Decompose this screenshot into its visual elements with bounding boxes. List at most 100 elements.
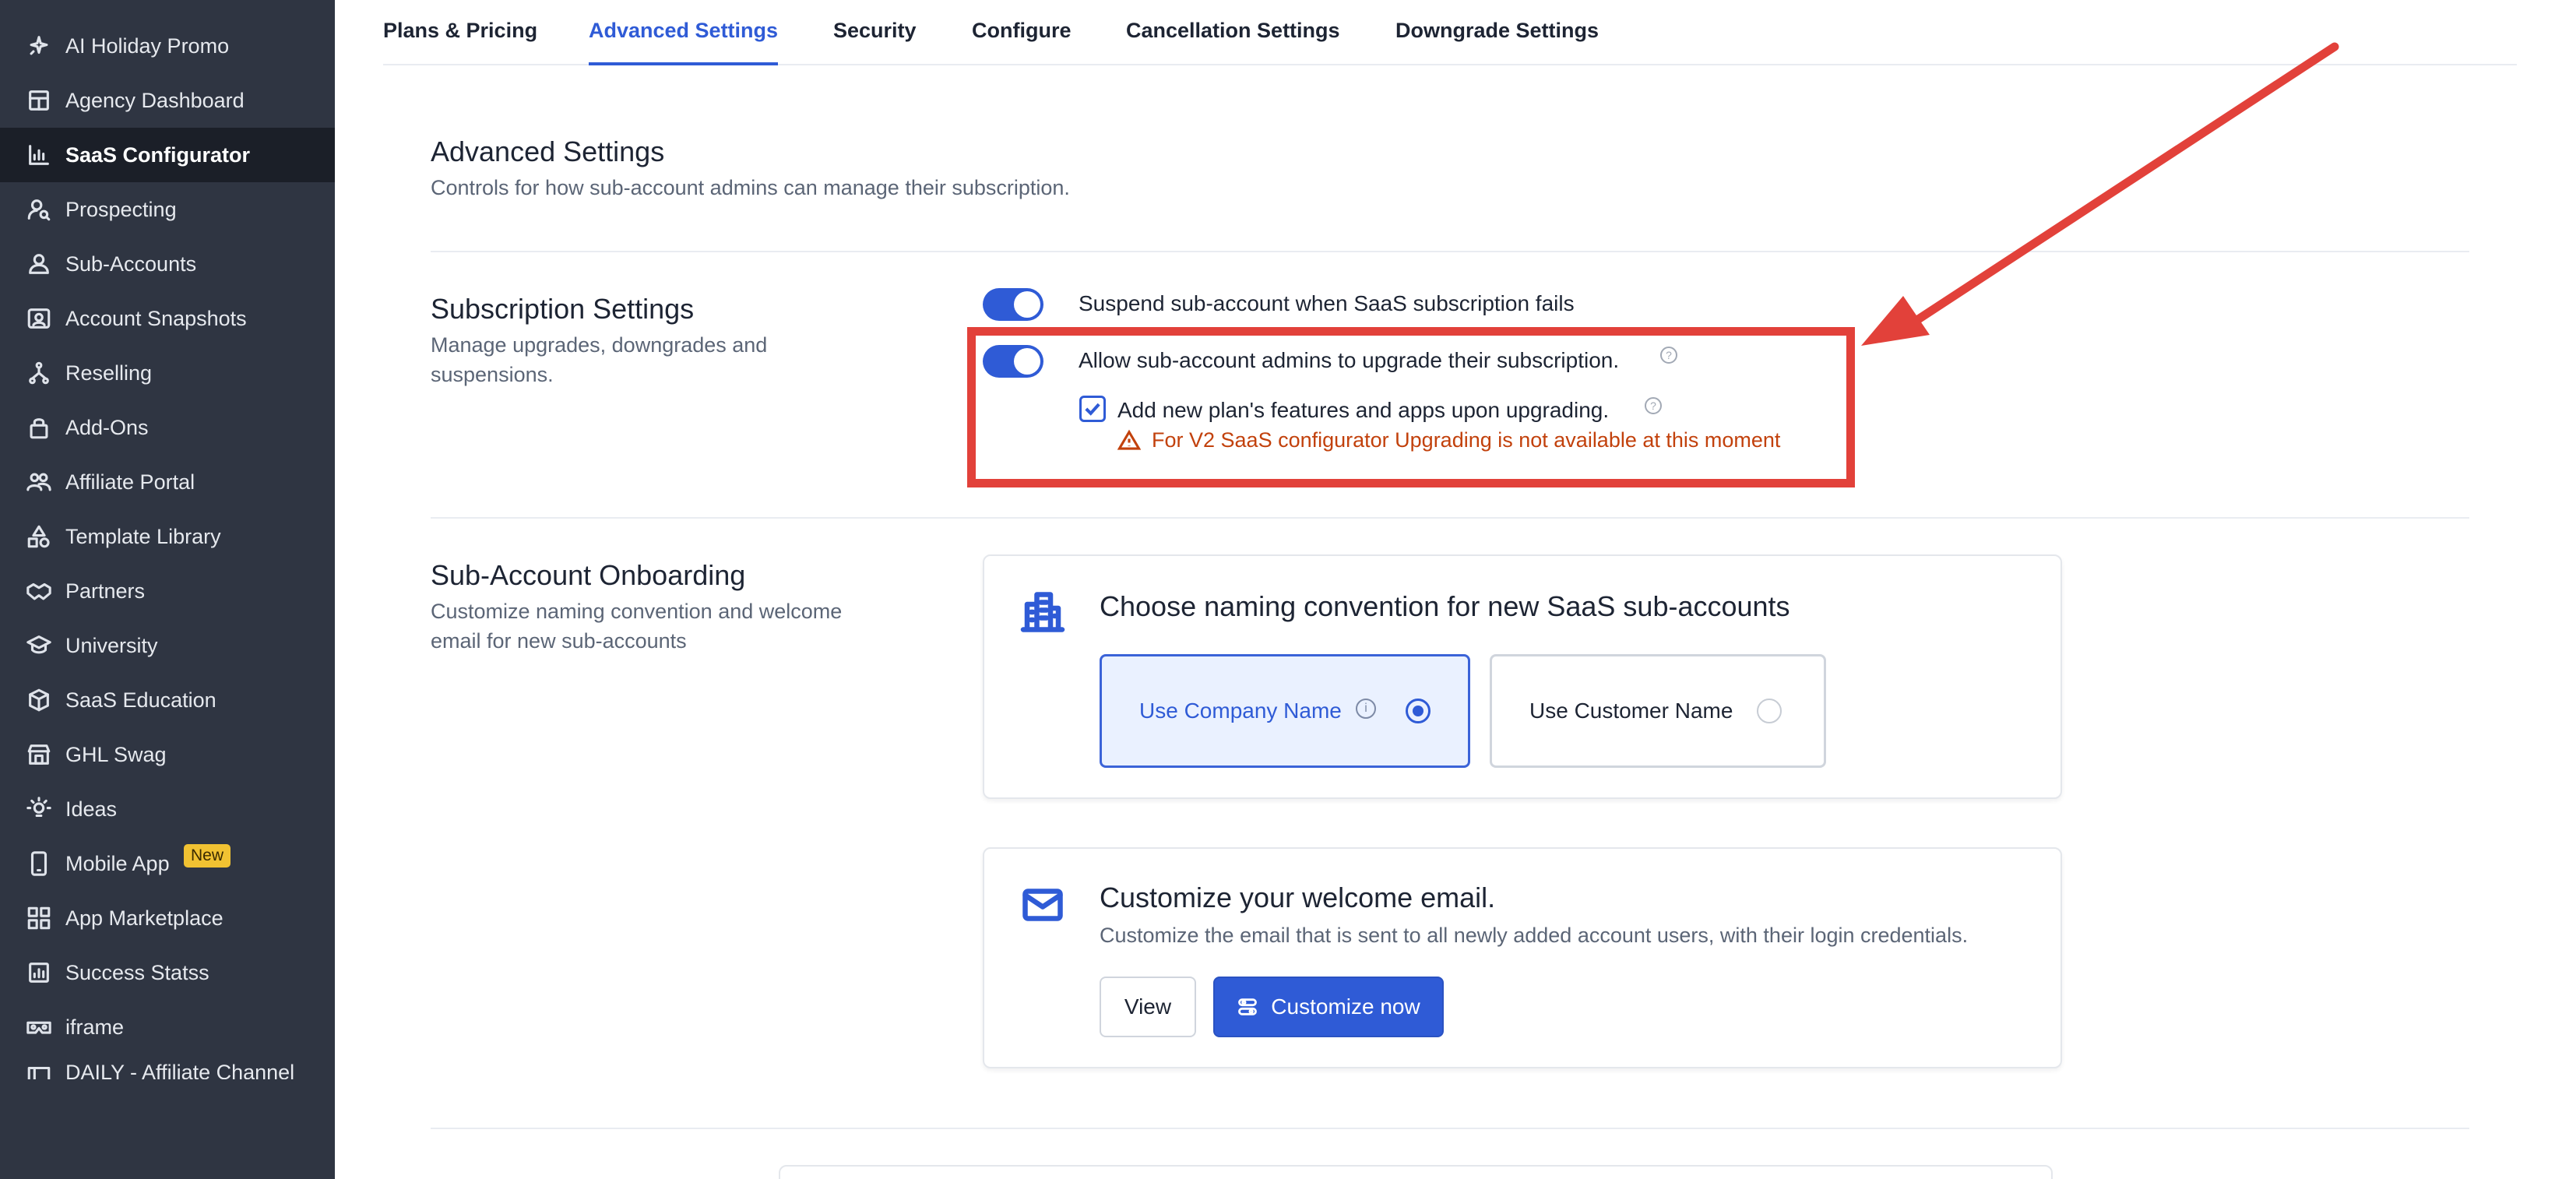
shapes-icon [25,523,53,551]
dashboard-icon [25,86,53,114]
sidebar-item-affiliate-portal[interactable]: Affiliate Portal [0,455,335,509]
tab-advanced-settings[interactable]: Advanced Settings [589,19,779,65]
sidebar-item-label: Ideas [65,797,118,821]
sidebar-item-label: Mobile App [65,851,170,875]
sidebar-item-label: Prospecting [65,197,177,221]
sidebar-item-agency-dashboard[interactable]: Agency Dashboard [0,73,335,128]
sidebar-item-label: University [65,633,158,657]
onboarding-title: Sub-Account Onboarding [431,559,746,591]
sidebar-item-label: Add-Ons [65,415,149,439]
mobile-icon [25,850,53,878]
channel-icon [25,1061,53,1079]
lock-icon [25,414,53,442]
user-icon [25,250,53,278]
tab-configure[interactable]: Configure [972,19,1072,64]
sidebar-item-label: iframe [65,1015,125,1039]
divider [431,251,2469,252]
sidebar-item-label: Affiliate Portal [65,470,195,494]
sidebar-item-label: Partners [65,579,146,603]
sliders-icon [1238,998,1258,1015]
sidebar-item-label: AI Holiday Promo [65,33,230,58]
naming-convention-card: Choose naming convention for new SaaS su… [983,554,2062,799]
mail-icon [1019,882,1066,932]
grid-icon [25,904,53,932]
sidebar-item-ghl-swag[interactable]: GHL Swag [0,727,335,782]
naming-convention-title: Choose naming convention for new SaaS su… [1100,590,1790,622]
sidebar-item-app-marketplace[interactable]: App Marketplace [0,891,335,945]
sidebar-item-prospecting[interactable]: Prospecting [0,182,335,237]
sparkle-icon [25,32,53,60]
sidebar-item-template-library[interactable]: Template Library [0,509,335,564]
welcome-email-title: Customize your welcome email. [1100,882,1496,913]
suspend-subaccount-toggle[interactable] [983,288,1043,321]
onboarding-desc-line1: Customize naming convention and welcome [431,600,843,623]
sidebar-item-label: DAILY - Affiliate Channel [65,1061,295,1079]
users-icon [25,468,53,496]
reselling-icon [25,359,53,387]
onboarding-desc-line2: email for new sub-accounts [431,629,687,653]
sidebar-item-add-ons[interactable]: Add-Ons [0,400,335,455]
sidebar-item-label: Success Statss [65,960,209,984]
new-badge: New [184,844,231,868]
sidebar-item-mobile-app[interactable]: Mobile App New [0,836,335,891]
graduation-cap-icon [25,632,53,660]
use-company-name-label: Use Company Name [1139,699,1342,723]
sidebar-item-label: Account Snapshots [65,306,247,330]
sidebar-item-university[interactable]: University [0,618,335,673]
tab-downgrade-settings[interactable]: Downgrade Settings [1395,19,1599,64]
company-name-radio[interactable] [1406,699,1431,723]
use-customer-name-label: Use Customer Name [1529,699,1733,723]
subscription-settings-desc-line2: suspensions. [431,363,554,386]
sidebar-item-iframe[interactable]: iframe [0,1000,335,1054]
handshake-icon [25,577,53,605]
sidebar-item-label: SaaS Configurator [65,143,251,167]
store-icon [25,741,53,769]
sidebar-item-account-snapshots[interactable]: Account Snapshots [0,291,335,346]
snapshot-icon [25,304,53,333]
toggle-knob [1014,291,1040,318]
sidebar-item-saas-education[interactable]: SaaS Education [0,673,335,727]
sidebar-item-ideas[interactable]: Ideas [0,782,335,836]
sidebar-item-label: Sub-Accounts [65,252,197,276]
cube-icon [25,686,53,714]
sidebar-item-partners[interactable]: Partners [0,564,335,618]
subscription-settings-title: Subscription Settings [431,293,695,325]
next-section-card [779,1165,2053,1179]
settings-tabs: Plans & Pricing Advanced Settings Securi… [383,0,2517,65]
vr-icon [25,1013,53,1041]
sidebar-item-daily-affiliate-channel[interactable]: DAILY - Affiliate Channel [0,1048,335,1079]
divider [431,517,2469,519]
suspend-subaccount-label: Suspend sub-account when SaaS subscripti… [1079,291,1575,315]
divider [431,1128,2469,1129]
sidebar-item-saas-configurator[interactable]: SaaS Configurator [0,128,335,182]
page-description: Controls for how sub-account admins can … [431,176,1070,199]
sidebar-item-label: SaaS Education [65,688,216,712]
subscription-settings-desc-line1: Manage upgrades, downgrades and [431,333,768,357]
welcome-email-card: Customize your welcome email. Customize … [983,847,2062,1068]
tab-cancellation-settings[interactable]: Cancellation Settings [1126,19,1340,64]
use-company-name-option[interactable]: Use Company Name i [1100,654,1470,768]
customer-name-radio[interactable] [1757,699,1782,723]
sidebar: AI Holiday Promo Agency Dashboard SaaS C… [0,0,335,1179]
customize-now-button[interactable]: Customize now [1213,977,1444,1037]
annotation-highlight-box [967,327,1855,487]
welcome-email-subtitle: Customize the email that is sent to all … [1100,924,1969,947]
stats-icon [25,959,53,987]
tab-security[interactable]: Security [833,19,917,64]
view-button[interactable]: View [1100,977,1196,1037]
user-search-icon [25,195,53,223]
sidebar-item-label: Agency Dashboard [65,88,245,112]
use-customer-name-option[interactable]: Use Customer Name [1490,654,1826,768]
customize-now-label: Customize now [1271,994,1420,1019]
lightbulb-icon [25,795,53,823]
chart-icon [25,141,53,169]
sidebar-item-label: GHL Swag [65,742,167,766]
info-icon[interactable]: i [1356,699,1376,719]
tab-plans-pricing[interactable]: Plans & Pricing [383,19,537,64]
building-icon [1019,589,1066,639]
sidebar-item-success-statss[interactable]: Success Statss [0,945,335,1000]
page-title: Advanced Settings [431,135,665,167]
sidebar-item-ai-holiday-promo[interactable]: AI Holiday Promo [0,19,335,73]
sidebar-item-sub-accounts[interactable]: Sub-Accounts [0,237,335,291]
sidebar-item-reselling[interactable]: Reselling [0,346,335,400]
